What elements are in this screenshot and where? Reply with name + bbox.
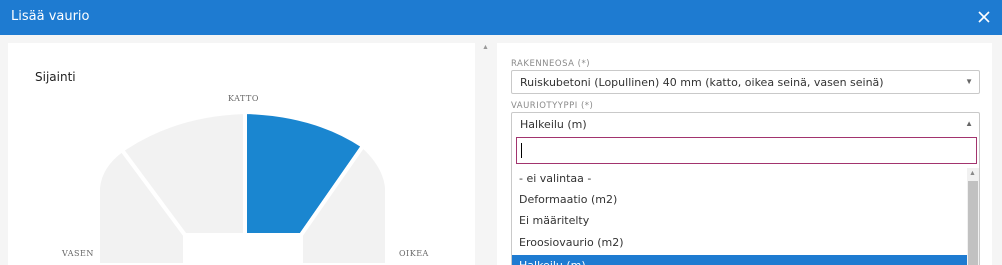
- option-cracking[interactable]: Halkeilu (m): [512, 255, 967, 265]
- scroll-up-icon[interactable]: ▲: [969, 170, 976, 177]
- close-icon[interactable]: [974, 7, 994, 27]
- structure-select[interactable]: Ruiskubetoni (Lopullinen) 40 mm (katto, …: [511, 70, 980, 94]
- chevron-down-icon: ▼: [965, 77, 973, 86]
- tunnel-section-diagram: KATTO VASEN OIKEA: [61, 94, 429, 265]
- structure-label: RAKENNEOSA (*): [511, 59, 591, 69]
- option-none[interactable]: - ei valintaa -: [512, 168, 967, 189]
- roof-label: KATTO: [228, 94, 259, 103]
- damage-type-select-value: Halkeilu (m): [520, 118, 587, 131]
- panel-scroll-up-icon[interactable]: ▲: [482, 44, 490, 52]
- dropdown-scroll-thumb[interactable]: [968, 181, 978, 265]
- option-undefined[interactable]: Ei määritelty: [512, 210, 967, 231]
- option-deformation[interactable]: Deformaatio (m2): [512, 189, 967, 210]
- dialog-header: Lisää vaurio: [0, 0, 1002, 35]
- option-erosion[interactable]: Eroosiovaurio (m2): [512, 232, 967, 253]
- right-wall-label: OIKEA: [399, 249, 429, 258]
- location-title: Sijainti: [35, 70, 76, 84]
- left-wall-label: VASEN: [61, 249, 94, 258]
- damage-type-select[interactable]: Halkeilu (m) ▲: [511, 112, 980, 136]
- dialog-title: Lisää vaurio: [11, 9, 90, 24]
- damage-type-label: VAURIOTYYPPI (*): [511, 101, 594, 111]
- chevron-up-icon: ▲: [965, 119, 973, 128]
- dropdown-search-input[interactable]: [516, 137, 977, 164]
- text-caret: [521, 143, 522, 158]
- structure-select-value: Ruiskubetoni (Lopullinen) 40 mm (katto, …: [520, 76, 884, 89]
